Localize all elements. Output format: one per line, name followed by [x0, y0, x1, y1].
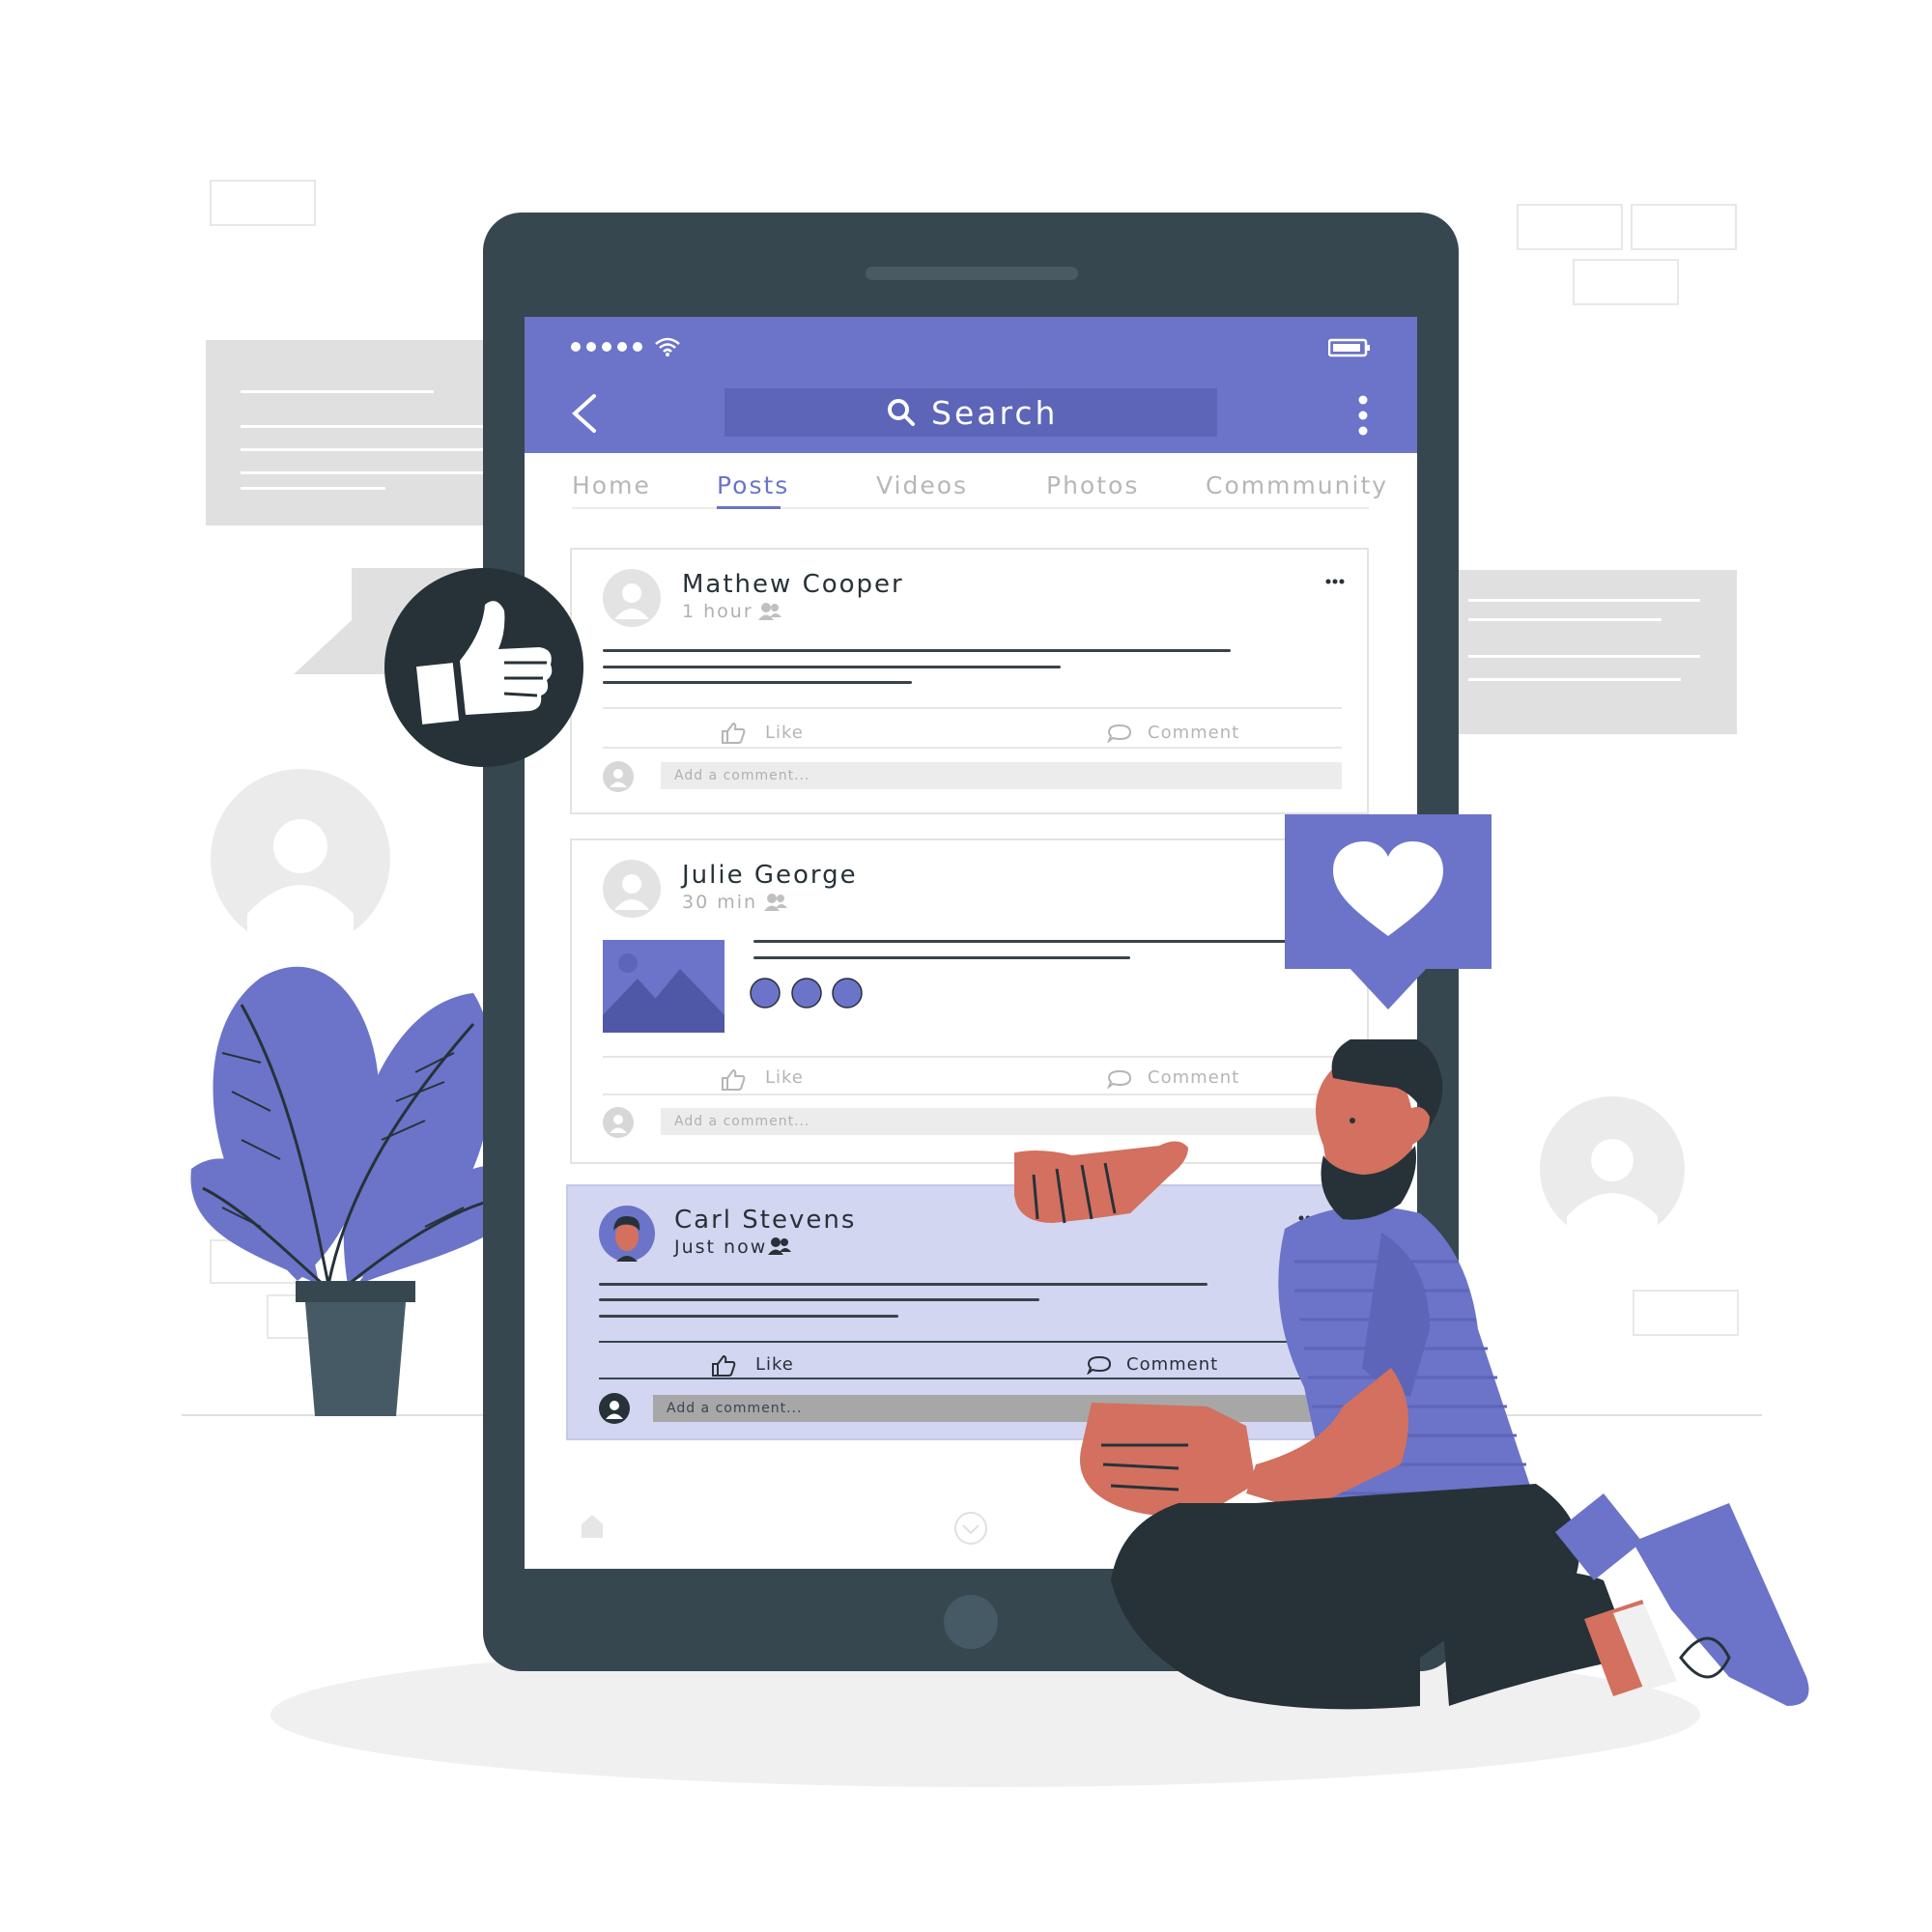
- post-text-line: [753, 940, 1294, 943]
- background-message-panel: [1449, 570, 1737, 734]
- search-icon: [888, 399, 915, 426]
- like-button[interactable]: Like: [755, 1354, 794, 1375]
- like-icon[interactable]: [721, 1068, 746, 1092]
- comment-button[interactable]: Comment: [1148, 723, 1239, 743]
- search-bar[interactable]: Search: [724, 388, 1217, 437]
- avatar: [603, 569, 661, 627]
- tab-videos[interactable]: Videos: [876, 471, 968, 499]
- background-frame: [210, 180, 316, 226]
- heart-icon: [1285, 814, 1492, 1009]
- thumbs-up-icon: [384, 568, 583, 767]
- post-text-line: [603, 649, 1231, 652]
- post-author[interactable]: Julie George: [682, 861, 858, 890]
- person-illustration: [1014, 1039, 1809, 1710]
- avatar: [599, 1206, 655, 1262]
- post-time: 1 hour: [682, 601, 753, 622]
- post-options-icon[interactable]: [1325, 579, 1345, 584]
- post-text-line: [753, 956, 1130, 959]
- like-icon[interactable]: [711, 1354, 736, 1378]
- tab-photos[interactable]: Photos: [1046, 471, 1139, 499]
- avatar: [599, 1393, 630, 1424]
- background-frame: [1517, 204, 1623, 250]
- post-text-line: [603, 681, 912, 684]
- post-author[interactable]: Carl Stevens: [674, 1206, 856, 1235]
- divider: [603, 707, 1342, 709]
- post-text-line: [599, 1315, 898, 1318]
- potted-plant-illustration: [190, 966, 502, 1416]
- like-button[interactable]: Like: [765, 723, 804, 743]
- tab-posts[interactable]: Posts: [717, 471, 789, 499]
- reaction-emojis: [750, 978, 863, 1009]
- device-speaker: [866, 267, 1078, 280]
- post-card: Mathew Cooper 1 hour Like Comment Add a …: [570, 548, 1369, 814]
- battery-icon: [1328, 338, 1370, 357]
- active-tab-indicator: [717, 506, 781, 509]
- post-text-line: [603, 666, 1061, 668]
- back-button[interactable]: [569, 392, 598, 435]
- chevron-down-circle-icon[interactable]: [953, 1511, 988, 1546]
- post-text-line: [599, 1298, 1039, 1301]
- friends-icon: [768, 1237, 791, 1255]
- post-time: 30 min: [682, 892, 758, 913]
- avatar: [603, 860, 661, 918]
- vertical-dots-icon[interactable]: [1357, 394, 1369, 437]
- tabs-baseline: [572, 507, 1369, 509]
- divider: [603, 747, 1342, 749]
- image-thumbnail[interactable]: [603, 940, 724, 1033]
- background-message-panel: [206, 340, 496, 526]
- friends-icon: [758, 603, 781, 620]
- post-time: Just now: [674, 1236, 768, 1258]
- search-label: Search: [931, 394, 1059, 432]
- avatar: [603, 761, 634, 792]
- like-button[interactable]: Like: [765, 1067, 804, 1088]
- comment-icon[interactable]: [1107, 724, 1132, 743]
- tab-community[interactable]: Commmunity: [1206, 471, 1388, 499]
- comment-input[interactable]: Add a comment...: [661, 762, 1342, 789]
- tab-home[interactable]: Home: [572, 471, 651, 499]
- background-frame: [1573, 259, 1679, 305]
- friends-icon: [764, 894, 787, 911]
- post-author[interactable]: Mathew Cooper: [682, 570, 904, 599]
- avatar: [603, 1107, 634, 1138]
- device-home-button[interactable]: [944, 1595, 998, 1649]
- background-avatar-icon: [211, 769, 390, 949]
- background-frame: [1631, 204, 1737, 250]
- wifi-icon: [655, 337, 680, 356]
- signal-dots-icon: [571, 342, 642, 352]
- like-icon[interactable]: [721, 722, 746, 745]
- home-icon[interactable]: [580, 1513, 605, 1540]
